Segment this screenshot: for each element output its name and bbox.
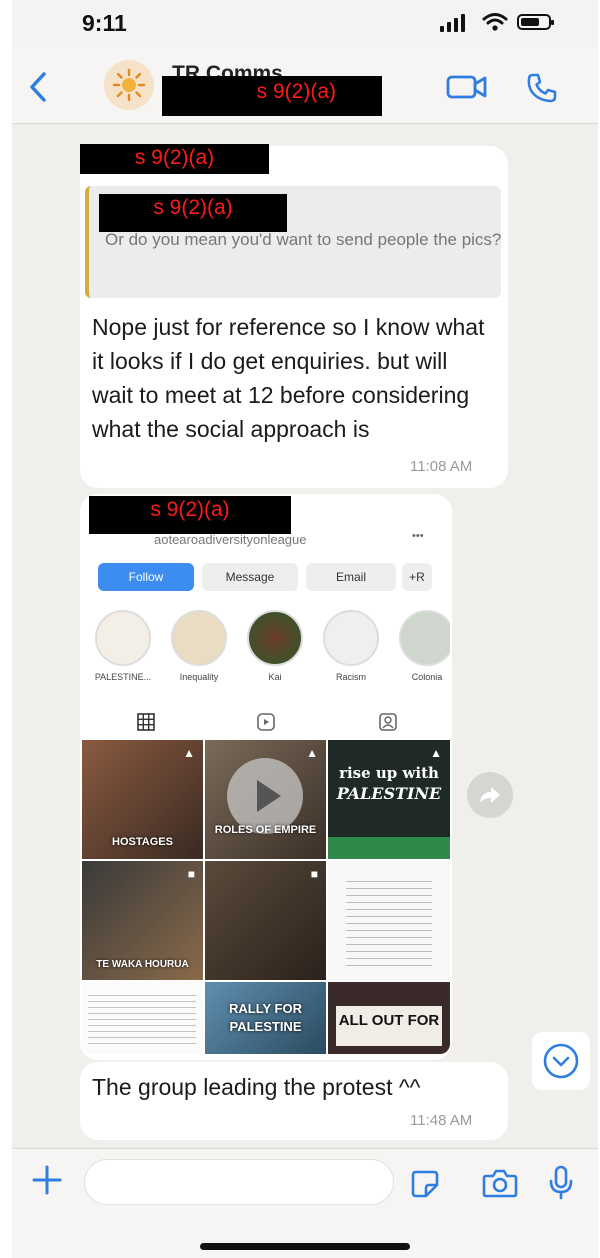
chevron-down-icon <box>543 1043 579 1079</box>
message-time: 11:48 AM <box>410 1112 473 1129</box>
follow-button: Follow <box>98 563 194 591</box>
redaction-box: s 9(2)(a) <box>89 496 291 534</box>
story-highlight: PALESTINE... <box>94 610 152 682</box>
microphone-icon[interactable] <box>548 1165 574 1201</box>
video-call-icon[interactable] <box>446 74 488 100</box>
sticker-icon[interactable] <box>410 1169 440 1199</box>
redaction-box: s 9(2)(a) <box>80 144 269 174</box>
add-person-button: +R <box>402 563 432 591</box>
forward-arrow-icon <box>480 787 500 803</box>
pin-icon: ▲ <box>183 746 195 760</box>
email-button: Email <box>306 563 396 591</box>
post-tile: ALL OUT FOR <box>328 982 450 1054</box>
chat-screen: 9:11 TR Comms s 9(2)(a) s 9(2)(a) s 9(2)… <box>12 0 598 1258</box>
post-tile: ▲ rise up with PALESTINE <box>328 740 450 859</box>
contact-avatar[interactable] <box>104 60 154 110</box>
camera-icon[interactable] <box>482 1167 518 1199</box>
post-tile: RALLY FOR PALESTINE <box>205 982 326 1054</box>
message-input[interactable] <box>84 1159 394 1205</box>
pin-icon: ▲ <box>306 746 318 760</box>
message-bubble[interactable]: The group leading the protest ^^ 11:48 A… <box>80 1062 508 1140</box>
message-time: 11:08 AM <box>410 458 473 475</box>
play-icon <box>227 758 303 834</box>
post-tile: ▲ ROLES OF EMPIRE <box>205 740 326 859</box>
story-highlight: Inequality <box>170 610 228 682</box>
phone-call-icon[interactable] <box>526 72 558 104</box>
instagram-screenshot[interactable]: aotearoadiversityonleague ••• Follow Mes… <box>82 526 450 1054</box>
scroll-to-bottom-button[interactable] <box>532 1032 590 1090</box>
post-tile: ■ TE WAKA HOURUA <box>82 861 203 980</box>
message-bubble[interactable]: s 9(2)(a) s 9(2)(a) Or do you mean you'd… <box>80 144 508 488</box>
home-indicator[interactable] <box>200 1243 410 1250</box>
story-highlight: Kai <box>246 610 304 682</box>
pin-icon: ■ <box>187 867 195 881</box>
message-button: Message <box>202 563 298 591</box>
back-chevron-icon[interactable] <box>24 70 54 104</box>
battery-icon <box>517 14 554 30</box>
message-composer <box>12 1148 598 1258</box>
more-icon: ••• <box>412 530 424 542</box>
chat-header: TR Comms s 9(2)(a) <box>12 48 598 124</box>
plus-icon[interactable] <box>30 1163 64 1197</box>
pin-icon: ▲ <box>430 746 442 760</box>
message-text: Nope just for reference so I know what i… <box>92 314 485 442</box>
quoted-message[interactable]: s 9(2)(a) Or do you mean you'd want to s… <box>85 186 501 298</box>
status-time: 9:11 <box>82 10 127 36</box>
message-text: The group leading the protest ^^ <box>92 1074 421 1100</box>
status-bar: 9:11 <box>12 0 598 48</box>
profile-handle: aotearoadiversityonleague <box>154 532 307 547</box>
post-tile: ▲ HOSTAGES <box>82 740 203 859</box>
signal-icon <box>440 14 465 32</box>
post-tile <box>328 861 450 980</box>
story-highlight: Colonia <box>398 610 450 682</box>
story-highlight: Racism <box>322 610 380 682</box>
forward-button[interactable] <box>467 772 513 818</box>
wifi-icon <box>482 13 508 31</box>
reels-icon <box>257 713 275 731</box>
redaction-box: s 9(2)(a) <box>162 76 382 116</box>
pin-icon: ■ <box>310 867 318 881</box>
grid-icon <box>137 713 155 731</box>
sun-icon <box>112 68 146 102</box>
tagged-icon <box>379 713 397 731</box>
post-tile <box>82 982 203 1054</box>
post-tile: ■ <box>205 861 326 980</box>
quoted-text: Or do you mean you'd want to send people… <box>105 230 502 249</box>
